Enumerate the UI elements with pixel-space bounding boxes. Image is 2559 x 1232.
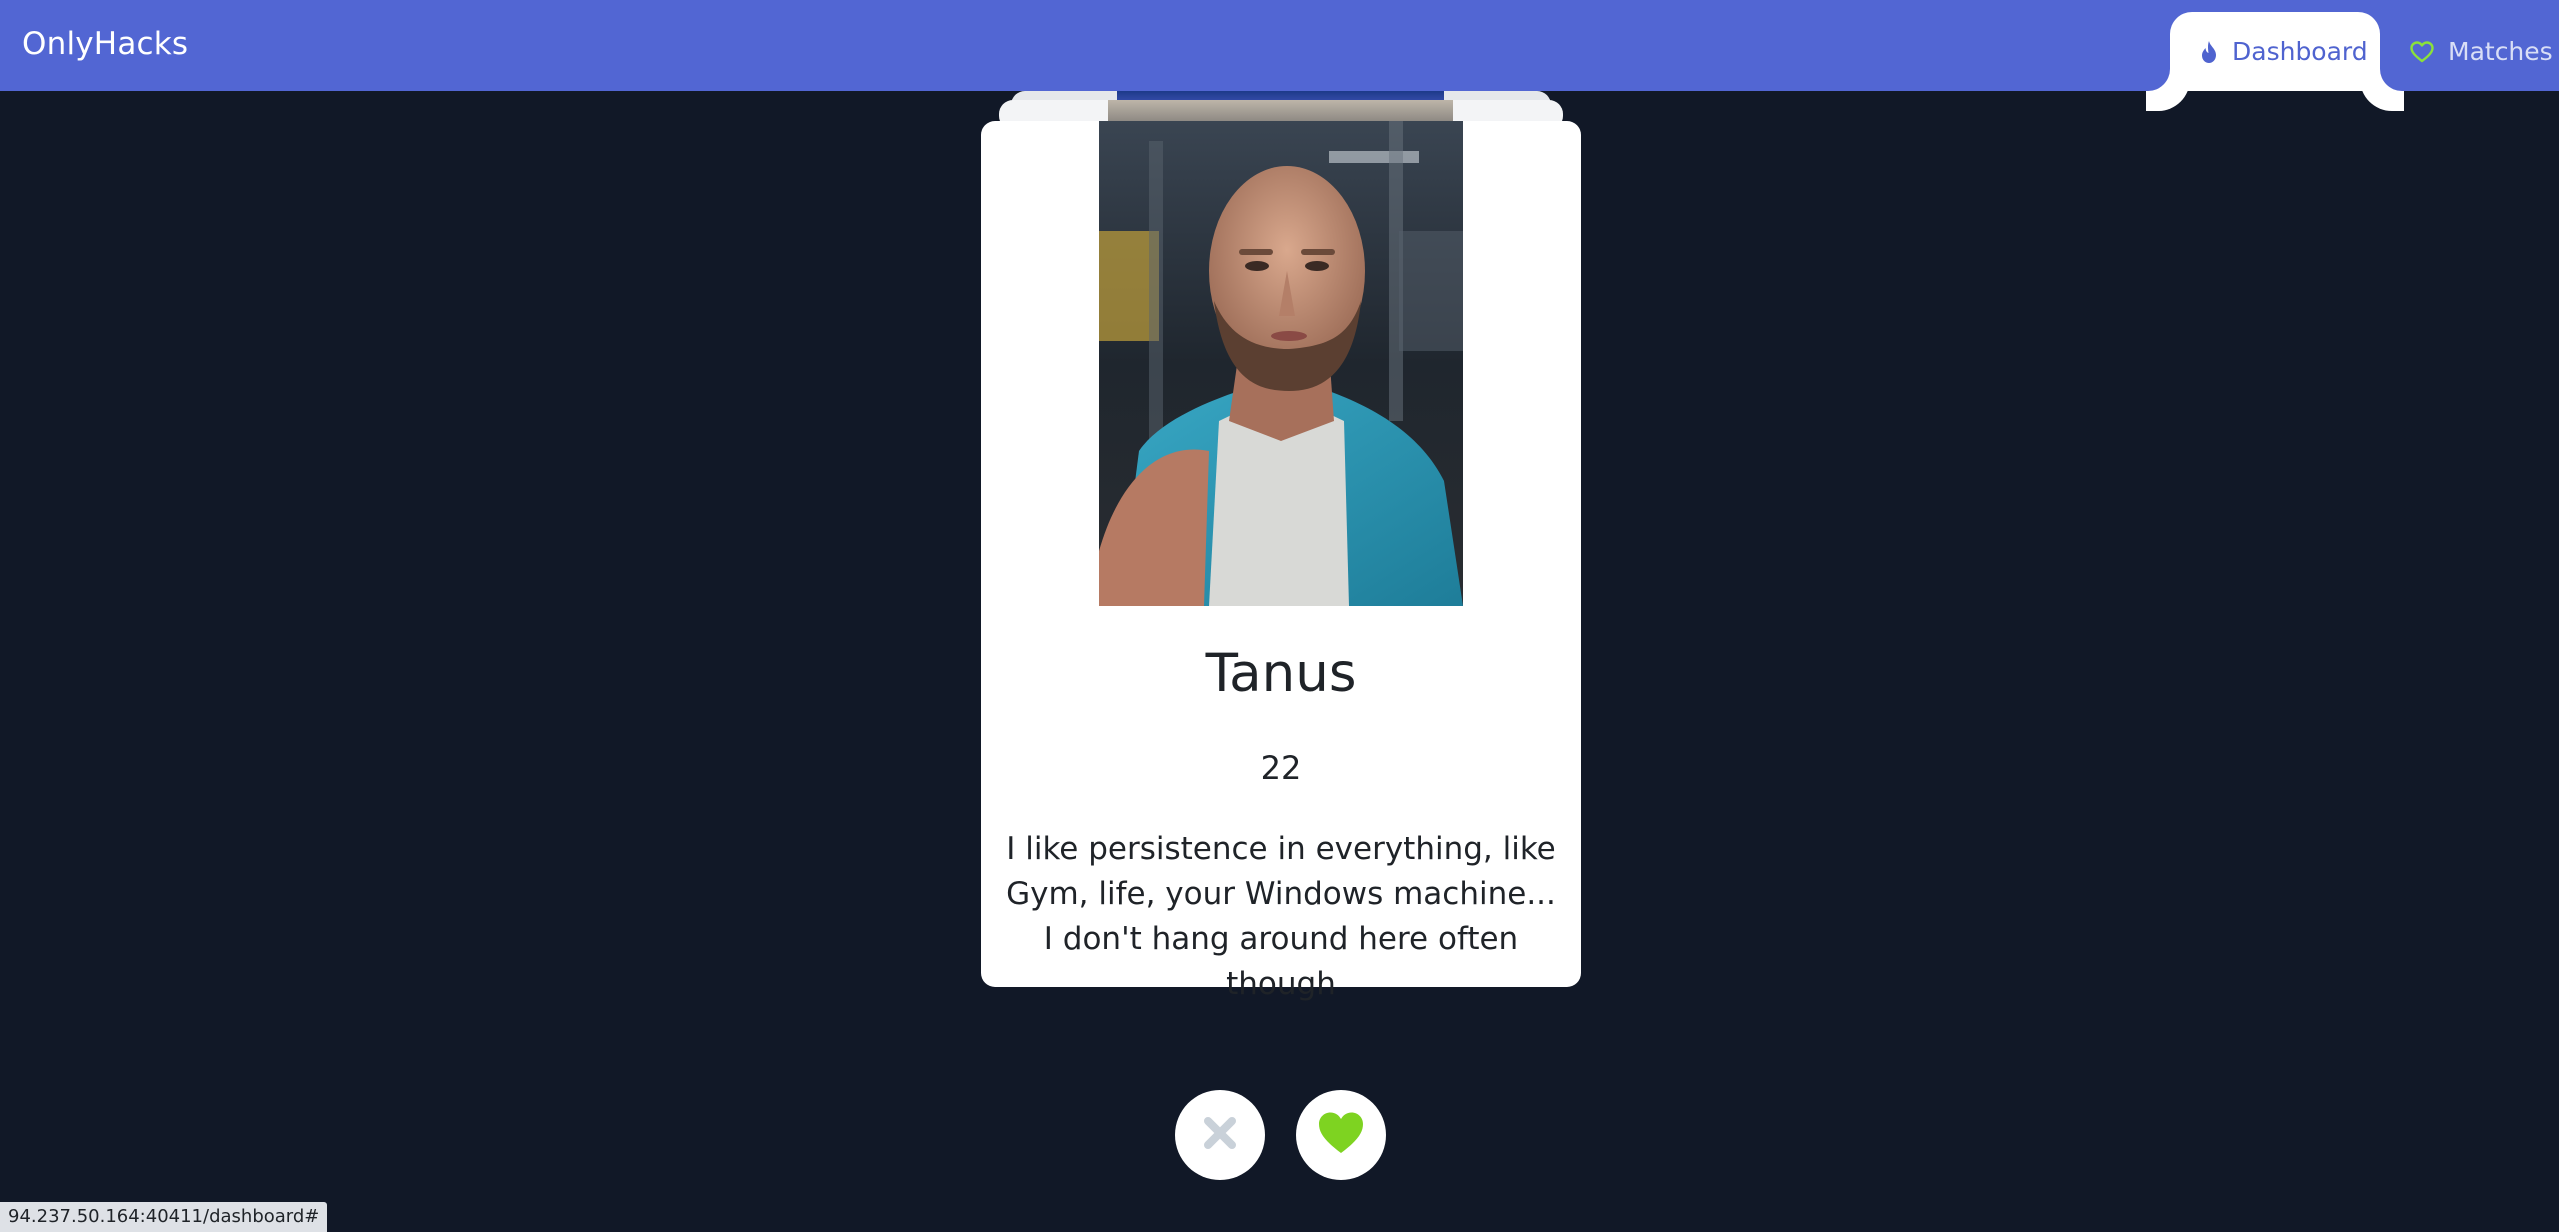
x-icon xyxy=(1202,1115,1238,1155)
like-button[interactable] xyxy=(1296,1090,1386,1180)
profile-photo xyxy=(1099,121,1463,606)
status-url-bar: 94.237.50.164:40411/dashboard# xyxy=(0,1202,328,1232)
reject-button[interactable] xyxy=(1175,1090,1265,1180)
heart-icon xyxy=(1317,1111,1365,1159)
profile-age: 22 xyxy=(1260,749,1302,787)
profile-photo-image xyxy=(1099,121,1463,606)
nav-tab-dashboard[interactable]: Dashboard xyxy=(2170,12,2380,91)
profile-card[interactable]: Tanus 22 I like persistence in everythin… xyxy=(981,121,1581,1002)
nav-tab-label: Dashboard xyxy=(2232,37,2368,66)
nav-tab-matches[interactable]: Matches xyxy=(2380,12,2559,91)
flame-icon xyxy=(2200,40,2218,64)
top-navbar: OnlyHacks Dashboard Matches xyxy=(0,0,2559,91)
stacked-card-photo xyxy=(1108,100,1453,121)
profile-bio: I like persistence in everything, like G… xyxy=(1006,831,1556,1002)
brand-logo[interactable]: OnlyHacks xyxy=(22,0,188,91)
profile-name: Tanus xyxy=(1205,643,1357,704)
nav-tab-label: Matches xyxy=(2448,37,2553,66)
heart-outline-icon xyxy=(2410,40,2434,63)
